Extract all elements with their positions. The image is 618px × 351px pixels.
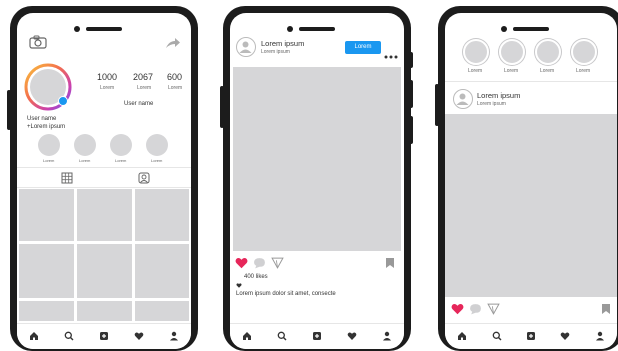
tabs-divider-bottom (17, 187, 191, 188)
story-label: Lorem (576, 68, 591, 74)
story-label: Lorem (504, 68, 519, 74)
follow-button[interactable]: Lorem (345, 41, 381, 54)
stat-value-following: 600 (167, 72, 183, 82)
story-avatar[interactable] (535, 39, 561, 65)
phone2-frame: Lorem ipsum Lorem ipsum Lorem 400 likes … (223, 6, 411, 351)
add-icon[interactable] (526, 328, 536, 346)
phone3-frame: Lorem Lorem Lorem Lorem Lorem ipsum Lore… (438, 6, 618, 351)
author-name[interactable]: Lorem ipsum (477, 92, 520, 100)
stat-label-followers: Lorem (137, 85, 152, 91)
search-icon[interactable] (277, 328, 287, 346)
profile-icon[interactable] (382, 328, 392, 346)
phone2-screen: Lorem ipsum Lorem ipsum Lorem 400 likes … (230, 13, 404, 349)
username-header: User name (124, 101, 154, 107)
bookmark-icon[interactable] (385, 256, 395, 274)
username: User name (27, 116, 57, 122)
grid-post[interactable] (19, 244, 74, 298)
profile-icon[interactable] (595, 328, 605, 346)
grid-post[interactable] (135, 189, 189, 241)
phone3-notch (501, 19, 561, 32)
search-icon[interactable] (64, 328, 74, 346)
grid-post[interactable] (135, 301, 189, 321)
story-label: Lorem (540, 68, 555, 74)
grid-post[interactable] (19, 301, 74, 321)
stat-label-posts: Lorem (100, 85, 115, 91)
comment-icon[interactable] (253, 256, 266, 274)
story-avatar[interactable] (571, 39, 597, 65)
bottom-nav (17, 323, 191, 349)
activity-icon[interactable] (560, 328, 570, 346)
search-icon[interactable] (492, 328, 502, 346)
post-image[interactable] (445, 114, 617, 297)
highlight-circle[interactable] (74, 134, 96, 156)
phone1-frame: 1000 Lorem 2067 Lorem 600 Lorem User nam… (10, 6, 198, 351)
post-image[interactable] (233, 67, 401, 251)
stories-divider (445, 81, 617, 82)
add-icon[interactable] (312, 328, 322, 346)
bookmark-icon[interactable] (601, 302, 611, 320)
phone1-screen: 1000 Lorem 2067 Lorem 600 Lorem User nam… (17, 13, 191, 349)
send-icon[interactable] (271, 256, 284, 274)
author-name[interactable]: Lorem ipsum (261, 40, 304, 48)
add-icon[interactable] (99, 328, 109, 346)
heart-icon[interactable] (451, 302, 464, 320)
highlight-label: Lorem (43, 158, 55, 163)
home-icon[interactable] (242, 328, 252, 346)
activity-icon[interactable] (134, 328, 144, 346)
comment-icon[interactable] (469, 302, 482, 320)
author-avatar[interactable] (236, 37, 256, 57)
heart-icon[interactable] (235, 256, 248, 274)
grid-post[interactable] (135, 244, 189, 298)
send-icon[interactable] (487, 302, 500, 320)
grid-post[interactable] (77, 189, 132, 241)
grid-post[interactable] (77, 301, 132, 321)
profile-icon[interactable] (169, 328, 179, 346)
activity-icon[interactable] (347, 328, 357, 346)
bio-text: +Lorem ipsum (27, 124, 66, 130)
highlight-circle[interactable] (110, 134, 132, 156)
grid-post[interactable] (77, 244, 132, 298)
author-avatar[interactable] (453, 89, 473, 109)
stat-value-followers: 2067 (133, 72, 154, 82)
phone1-notch (74, 19, 134, 32)
highlight-circle[interactable] (38, 134, 60, 156)
author-subtitle: Lorem ipsum (261, 49, 290, 55)
add-story-badge[interactable] (58, 96, 68, 106)
highlight-label: Lorem (79, 158, 91, 163)
grid-post[interactable] (19, 189, 74, 241)
bottom-nav (230, 323, 404, 349)
bottom-nav (445, 323, 617, 349)
highlight-label: Lorem (115, 158, 127, 163)
story-label: Lorem (468, 68, 483, 74)
more-icon[interactable] (384, 46, 398, 64)
phone2-notch (287, 19, 347, 32)
share-icon[interactable] (165, 36, 181, 54)
stat-label-following: Lorem (168, 85, 183, 91)
likes-count[interactable]: 400 likes (244, 274, 268, 280)
mockup-stage: 1000 Lorem 2067 Lorem 600 Lorem User nam… (0, 0, 618, 351)
stat-value-posts: 1000 (97, 72, 118, 82)
author-subtitle: Lorem ipsum (477, 101, 506, 107)
home-icon[interactable] (457, 328, 467, 346)
tabs-divider-top (17, 167, 191, 168)
story-avatar[interactable] (499, 39, 525, 65)
home-icon[interactable] (29, 328, 39, 346)
post-caption: Lorem ipsum dolor sit amet, consecte (236, 291, 336, 297)
highlight-circle[interactable] (146, 134, 168, 156)
story-avatar[interactable] (463, 39, 489, 65)
highlight-label: Lorem (151, 158, 163, 163)
camera-icon[interactable] (29, 35, 47, 54)
phone3-screen: Lorem Lorem Lorem Lorem Lorem ipsum Lore… (445, 13, 617, 349)
